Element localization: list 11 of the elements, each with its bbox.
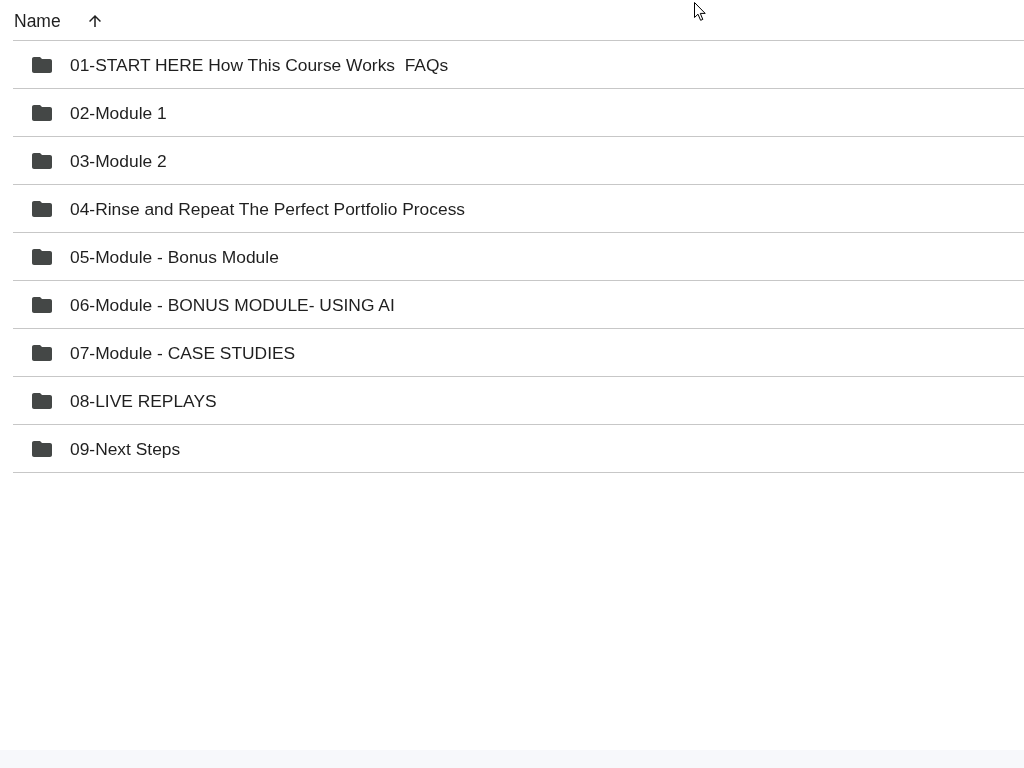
folder-row[interactable]: 08-LIVE REPLAYS (13, 377, 1024, 425)
folder-row[interactable]: 04-Rinse and Repeat The Perfect Portfolio Process (13, 185, 1024, 233)
folder-row[interactable]: 05-Module - Bonus Module (13, 233, 1024, 281)
folder-row[interactable]: 07-Module - CASE STUDIES (13, 329, 1024, 377)
folder-row[interactable]: 06-Module - BONUS MODULE- USING AI (13, 281, 1024, 329)
column-header[interactable]: Name (14, 10, 61, 31)
folder-row[interactable]: 09-Next Steps (13, 425, 1024, 473)
folder-row[interactable]: 02-Module 1 (13, 89, 1024, 137)
folder-row[interactable]: 03-Module 2 (13, 137, 1024, 185)
sort-up-arrow-icon[interactable] (88, 14, 101, 27)
folder-row[interactable]: 01-START HERE How This Course Works FAQs (13, 41, 1024, 89)
